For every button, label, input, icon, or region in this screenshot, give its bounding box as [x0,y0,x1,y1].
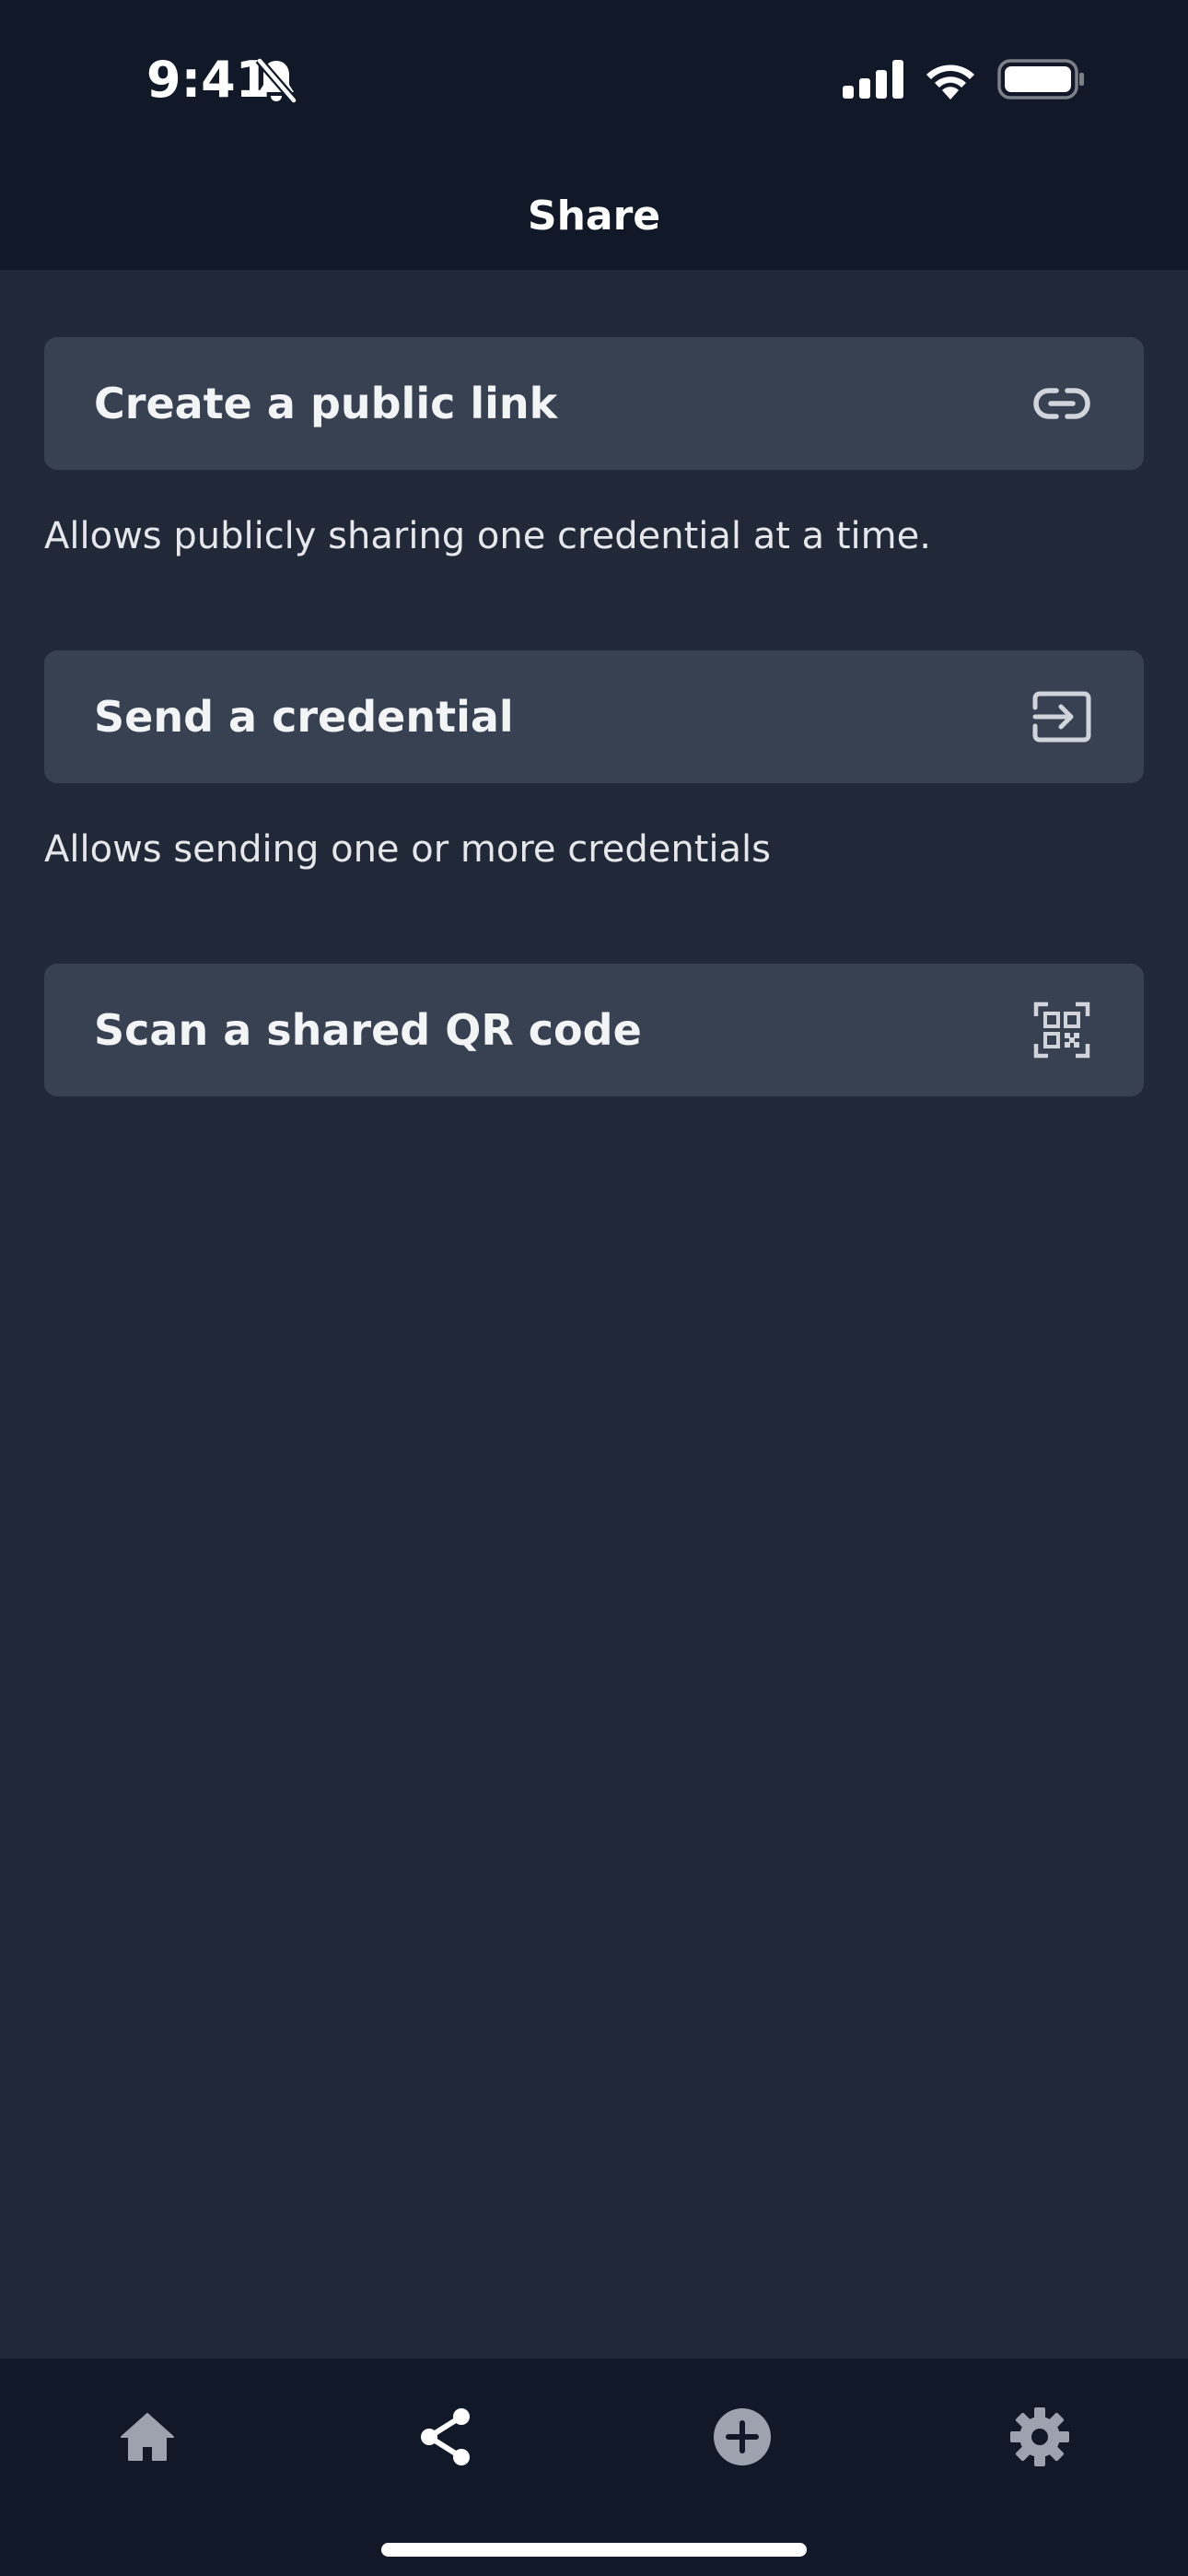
home-icon [121,2413,174,2461]
scan-qr-code-label: Scan a shared QR code [94,1005,642,1055]
tab-home[interactable] [92,2386,203,2488]
page-title: Share [527,193,661,240]
tab-add[interactable] [687,2386,798,2488]
send-credential-description: Allows sending one or more credentials [44,828,771,871]
tab-share[interactable] [390,2386,501,2488]
create-public-link-label: Create a public link [94,379,558,428]
cellular-signal-icon [843,60,903,99]
status-bar: 9:41 [0,0,1188,161]
top-bar: 9:41 Share [0,0,1188,270]
share-icon [421,2408,470,2465]
home-indicator[interactable] [381,2543,807,2557]
status-time: 9:41 [146,51,271,109]
share-options: Create a public link Allows publicly sha… [44,337,1144,1096]
send-credential-button[interactable]: Send a credential [44,650,1144,783]
scan-qr-code-button[interactable]: Scan a shared QR code [44,964,1144,1096]
battery-icon [997,59,1084,100]
wifi-icon [926,64,974,100]
send-icon [1031,686,1092,747]
link-icon [1031,373,1092,434]
create-public-link-button[interactable]: Create a public link [44,337,1144,470]
add-icon [714,2408,771,2465]
send-credential-label: Send a credential [94,692,514,742]
settings-icon [1010,2407,1069,2466]
bell-slash-icon [255,57,298,104]
create-public-link-description: Allows publicly sharing one credential a… [44,515,931,557]
qr-code-icon [1031,1000,1092,1060]
tab-settings[interactable] [984,2386,1095,2488]
